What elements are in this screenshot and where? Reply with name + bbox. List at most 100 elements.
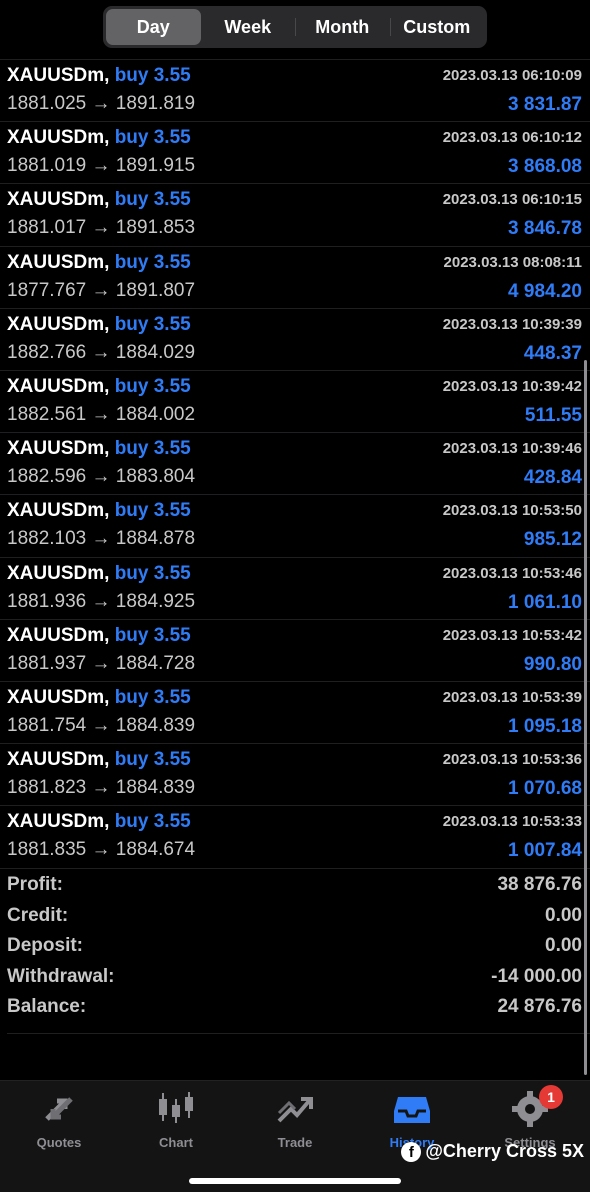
symbol-name: XAUUSDm, (7, 65, 110, 86)
scrollbar[interactable] (584, 360, 587, 1075)
deal-prices: 1882.766 → 1884.029 (7, 341, 196, 363)
summary-row: Credit: 0.00 (0, 900, 590, 931)
deal-prices: 1881.017 → 1891.853 (7, 217, 196, 239)
deal-side-volume: buy 3.55 (114, 500, 191, 522)
deal-side-volume: buy 3.55 (114, 686, 191, 708)
deal-time: 2023.03.13 10:39:39 (442, 315, 582, 333)
symbol-name: XAUUSDm, (7, 251, 110, 273)
deal-symbol: XAUUSDm, buy 3.55 (7, 314, 191, 336)
deal-time: 2023.03.13 10:39:42 (442, 377, 582, 395)
tab-trade-label: Trade (277, 1135, 313, 1150)
watermark-text: @Cherry Cross 5X (425, 1141, 584, 1161)
deal-time: 2023.03.13 10:39:46 (442, 440, 582, 458)
notification-badge: 1 (539, 1085, 563, 1109)
deal-prices: 1877.767 → 1891.807 (7, 279, 196, 301)
deal-profit: 448.37 (523, 342, 582, 364)
deal-row[interactable]: XAUUSDm, buy 3.55 1881.937 → 1884.728 2023… (0, 618, 590, 681)
tab-day[interactable]: Day (106, 9, 201, 45)
deal-row[interactable]: XAUUSDm, buy 3.55 1882.561 → 1884.002 2023… (0, 369, 590, 432)
tab-custom[interactable]: Custom (389, 9, 485, 45)
deal-row[interactable]: XAUUSDm, buy 3.55 1882.596 → 1883.804 2023… (0, 432, 590, 494)
symbol-name: XAUUSDm, (7, 500, 110, 522)
tab-chart-label: Chart (159, 1135, 193, 1150)
summary-row: Deposit: 0.00 (0, 930, 590, 961)
symbol-name: XAUUSDm, (7, 313, 110, 335)
summary-label: Deposit: (7, 935, 83, 956)
tab-week[interactable]: Week (201, 9, 296, 45)
deal-symbol: XAUUSDm, buy 3.55 (7, 500, 191, 522)
deal-profit: 3 831.87 (508, 94, 582, 115)
deal-symbol: XAUUSDm, buy 3.55 (7, 189, 191, 211)
deal-row[interactable]: XAUUSDm, buy 3.55 1881.823 → 1884.839 2023… (0, 743, 590, 805)
deal-time: 2023.03.13 08:08:11 (443, 253, 582, 271)
tab-chart[interactable]: Chart (121, 1089, 231, 1150)
deal-row[interactable]: XAUUSDm, buy 3.55 1882.103 → 1884.878 2023… (0, 494, 590, 556)
bottom-tab-bar: Quotes Chart Trade History 1 Settings (0, 1080, 590, 1192)
symbol-name: XAUUSDm, (7, 189, 110, 211)
symbol-name: XAUUSDm, (7, 438, 110, 460)
deal-profit: 428.84 (523, 467, 582, 489)
deal-prices: 1881.936 → 1884.925 (7, 590, 196, 612)
deal-row[interactable]: XAUUSDm, buy 3.55 1881.754 → 1884.839 2023… (0, 680, 590, 743)
deal-row[interactable]: XAUUSDm, buy 3.55 1882.766 → 1884.029 2023… (0, 307, 590, 370)
quotes-arrows-icon (39, 1089, 79, 1129)
summary-value: 0.00 (545, 935, 582, 956)
deal-row[interactable]: XAUUSDm, buy 3.55 1881.017 → 1891.853 2023… (0, 183, 590, 245)
deal-side-volume: buy 3.55 (114, 313, 191, 335)
deal-time: 2023.03.13 06:10:12 (442, 129, 582, 147)
deal-profit: 511.55 (524, 404, 582, 426)
deal-side-volume: buy 3.55 (114, 251, 191, 273)
deal-symbol: XAUUSDm, buy 3.55 (7, 749, 191, 771)
deal-side-volume: buy 3.55 (114, 189, 191, 211)
deal-profit: 4 984.20 (508, 280, 582, 302)
summary-label: Withdrawal: (7, 965, 115, 987)
deal-side-volume: buy 3.55 (114, 624, 191, 646)
symbol-name: XAUUSDm, (7, 811, 110, 833)
deal-prices: 1881.823 → 1884.839 (7, 777, 196, 799)
candlestick-icon (156, 1089, 196, 1129)
tab-quotes[interactable]: Quotes (4, 1089, 114, 1150)
deal-symbol: XAUUSDm, buy 3.55 (7, 65, 191, 87)
deal-row[interactable]: XAUUSDm, buy 3.55 1881.025 → 1891.819 2023… (0, 59, 590, 121)
symbol-name: XAUUSDm, (7, 562, 110, 584)
deal-time: 2023.03.13 10:53:39 (442, 688, 582, 706)
deal-time: 2023.03.13 10:53:46 (442, 564, 582, 582)
deal-symbol: XAUUSDm, buy 3.55 (7, 127, 191, 149)
deal-prices: 1881.937 → 1884.728 (7, 652, 196, 674)
history-inbox-icon (392, 1089, 432, 1129)
deal-prices: 1882.561 → 1884.002 (7, 403, 196, 425)
deal-symbol: XAUUSDm, buy 3.55 (7, 811, 191, 833)
account-summary: Profit: 38 876.76 Credit: 0.00 Deposit: 0.00 W… (0, 868, 590, 1022)
deal-list: XAUUSDm, buy 3.55 1881.025 → 1891.819 2023… (0, 59, 590, 867)
tab-month[interactable]: Month (295, 9, 390, 45)
deal-prices: 1881.019 → 1891.915 (7, 155, 196, 177)
summary-value: 0.00 (545, 904, 582, 926)
tab-trade[interactable]: Trade (240, 1089, 350, 1150)
deal-side-volume: buy 3.55 (114, 65, 191, 86)
symbol-name: XAUUSDm, (7, 624, 110, 646)
deal-prices: 1881.025 → 1891.819 (7, 93, 196, 114)
deal-side-volume: buy 3.55 (114, 749, 191, 771)
summary-divider (7, 1033, 590, 1034)
summary-value: 24 876.76 (497, 996, 582, 1017)
summary-row: Withdrawal: -14 000.00 (0, 961, 590, 992)
deal-time: 2023.03.13 10:53:33 (442, 813, 582, 831)
summary-label: Balance: (7, 996, 87, 1017)
deal-prices: 1881.754 → 1884.839 (7, 714, 196, 736)
summary-label: Profit: (7, 874, 63, 895)
trade-trend-icon (275, 1089, 315, 1129)
deal-side-volume: buy 3.55 (114, 438, 191, 460)
deal-row[interactable]: XAUUSDm, buy 3.55 1877.767 → 1891.807 2023… (0, 245, 590, 308)
symbol-name: XAUUSDm, (7, 127, 110, 149)
deal-profit: 1 095.18 (508, 715, 582, 737)
deal-time: 2023.03.13 06:10:09 (442, 67, 582, 84)
deal-prices: 1882.103 → 1884.878 (7, 528, 196, 550)
deal-symbol: XAUUSDm, buy 3.55 (7, 563, 191, 585)
deal-side-volume: buy 3.55 (114, 811, 191, 833)
deal-symbol: XAUUSDm, buy 3.55 (7, 252, 191, 274)
deal-row[interactable]: XAUUSDm, buy 3.55 1881.835 → 1884.674 2023… (0, 805, 590, 867)
home-indicator[interactable] (189, 1178, 401, 1184)
deal-row[interactable]: XAUUSDm, buy 3.55 1881.019 → 1891.915 2023… (0, 121, 590, 183)
deal-row[interactable]: XAUUSDm, buy 3.55 1881.936 → 1884.925 2023… (0, 556, 590, 619)
deal-prices: 1882.596 → 1883.804 (7, 466, 196, 488)
